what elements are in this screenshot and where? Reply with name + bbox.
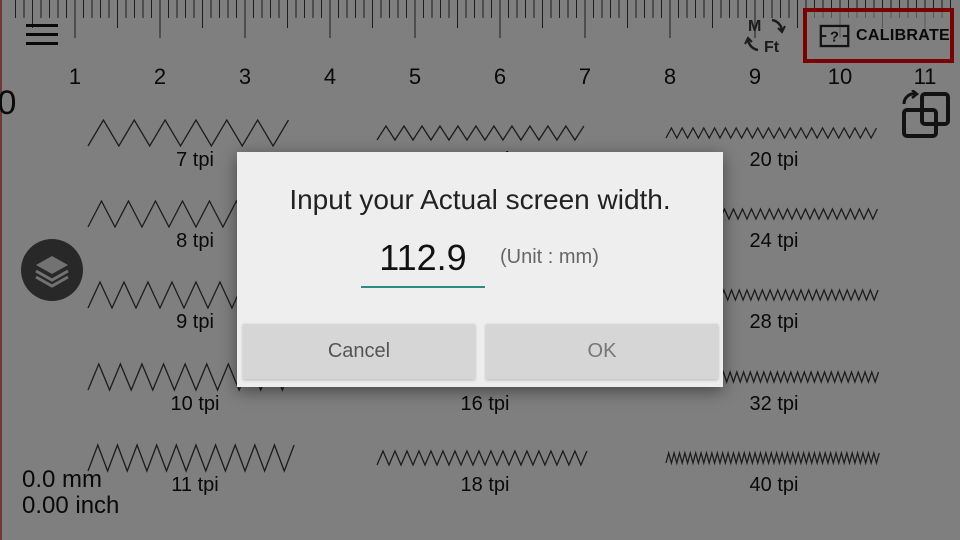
calibrate-dialog: Input your Actual screen width. (Unit : … bbox=[237, 152, 723, 387]
screen-width-input[interactable] bbox=[361, 230, 485, 288]
ruler-app-screen: M Ft ? CALIBRATE 1234567891011 .0 bbox=[0, 0, 960, 540]
dialog-title: Input your Actual screen width. bbox=[289, 184, 671, 215]
ok-button[interactable]: OK bbox=[486, 324, 718, 379]
cancel-button[interactable]: Cancel bbox=[243, 324, 475, 379]
unit-label: (Unit : mm) bbox=[500, 246, 599, 268]
